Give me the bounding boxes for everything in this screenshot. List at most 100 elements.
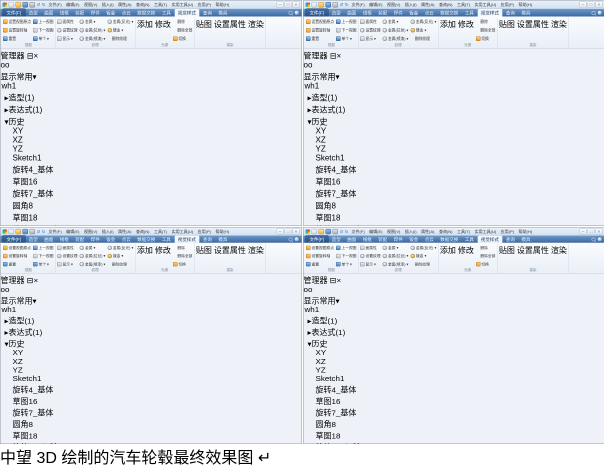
print-icon[interactable] [30, 229, 36, 234]
decal-button[interactable]: 贴图 [499, 244, 515, 268]
face-attribute-button[interactable]: 面属性 [360, 20, 381, 25]
metal-texture-button[interactable]: 金属 ▾ [80, 20, 106, 25]
tab-visual-style[interactable]: 视觉样式 [174, 9, 199, 17]
tree-item-sketch[interactable]: 草图18 [304, 430, 605, 442]
tab-mold[interactable]: 模具 [215, 9, 230, 17]
menu-applications[interactable]: 应用(P) [196, 229, 212, 234]
redo-icon[interactable]: ↻ [345, 229, 349, 233]
tree-item-plane[interactable]: XZ [304, 358, 605, 367]
menu-edit[interactable]: 编辑(E) [368, 229, 384, 234]
delete-all-lights-button[interactable]: 删除全部 [476, 28, 496, 33]
tab-sheetmetal[interactable]: 钣金 [103, 9, 118, 17]
toggle-light-button[interactable]: 切换 [173, 37, 193, 42]
previous-view-button[interactable]: 上一视图 [336, 246, 357, 250]
visual-manager-icon[interactable]: oo [304, 61, 313, 70]
gold-plated-button[interactable]: 镀金 ▾ [107, 254, 133, 258]
tree-item-history-folder[interactable]: ▾历史 [1, 337, 302, 349]
next-view-button[interactable]: 下一视图 [33, 28, 54, 33]
history-filter-dropdown[interactable]: 显示常用▾ [304, 294, 605, 306]
tab-sheetmetal[interactable]: 钣金 [406, 9, 421, 17]
reset-view-button[interactable]: 重置 [306, 262, 334, 266]
tree-item-folder[interactable]: ▸表达式(1) [1, 103, 302, 115]
history-filter-dropdown[interactable]: 显示常用▾ [1, 70, 302, 82]
tab-mold[interactable]: 模具 [518, 9, 533, 17]
tab-mold[interactable]: 模具 [518, 236, 533, 243]
tree-item-folder[interactable]: ▸造型(1) [1, 91, 302, 103]
set-view-origin-button[interactable]: 设置视图原点 [306, 246, 334, 250]
next-view-button[interactable]: 下一视图 [336, 254, 357, 258]
delete-light-button[interactable]: 删除 [173, 20, 193, 25]
set-texture-button[interactable]: 设置纹理 [57, 28, 78, 33]
delete-all-lights-button[interactable]: 删除全部 [173, 254, 193, 258]
tree-item-feature[interactable]: 拉伸10_切除 [1, 223, 302, 226]
tree-item-folder[interactable]: ▸造型(1) [304, 91, 605, 103]
set-rotation-axis-button[interactable]: 设置旋转轴 [3, 254, 31, 258]
metal-texture-button[interactable]: 金属 ▾ [80, 246, 106, 250]
metal-texture-button[interactable]: 金属 ▾ [383, 20, 409, 25]
print-icon[interactable] [333, 2, 339, 8]
render-button[interactable]: 渲染 [248, 18, 264, 44]
tab-shape[interactable]: 造型 [329, 9, 344, 17]
new-file-icon[interactable] [9, 229, 15, 234]
decal-button[interactable]: 贴图 [196, 18, 212, 44]
tree-item-sketch[interactable]: Sketch1 [1, 375, 302, 384]
tab-inquire[interactable]: 查询 [503, 236, 518, 243]
tree-item-sketch[interactable]: 草图16 [304, 175, 605, 187]
gold-plated-button[interactable]: 镀金 ▾ [410, 254, 436, 258]
menu-utilities[interactable]: 实用工具(U) [473, 2, 498, 8]
tab-weldment[interactable]: 焊件 [88, 236, 103, 243]
tab-pointcloud[interactable]: 点云 [119, 9, 134, 17]
brushed-metal-button[interactable]: 金属(拉丝) ▾ [383, 28, 409, 33]
tab-sheetmetal[interactable]: 钣金 [406, 236, 421, 243]
tab-weldment[interactable]: 焊件 [88, 9, 103, 17]
set-rotation-axis-button[interactable]: 设置旋转轴 [306, 28, 334, 33]
menu-edit[interactable]: 编辑(E) [65, 2, 81, 8]
tree-item-sketch[interactable]: 草图18 [1, 430, 302, 442]
set-texture-button[interactable]: 设置纹理 [57, 254, 78, 258]
render-settings-button[interactable]: 设置属性 [214, 244, 246, 268]
tab-surface[interactable]: 曲面 [41, 236, 56, 243]
set-texture-button[interactable]: 设置纹理 [360, 254, 381, 258]
tree-item-part[interactable]: wh1 [304, 306, 605, 315]
tree-item-feature[interactable]: 圆角8 [1, 199, 302, 211]
tab-visual-style[interactable]: 视觉样式 [174, 235, 199, 243]
minimize-button[interactable]: – [277, 228, 284, 234]
tree-item-feature[interactable]: 圆角8 [304, 418, 605, 430]
tree-item-sketch[interactable]: 草图16 [304, 395, 605, 407]
tree-item-plane[interactable]: XY [304, 127, 605, 136]
tree-item-plane[interactable]: YZ [1, 145, 302, 154]
new-file-icon[interactable] [312, 2, 318, 8]
gold-plated-button[interactable]: 镀金 ▾ [410, 28, 436, 33]
tab-surface[interactable]: 曲面 [41, 9, 56, 17]
panel-pin-icon[interactable]: ⊟ [27, 277, 34, 285]
tab-wireframe[interactable]: 线框 [57, 9, 72, 17]
face-attribute-button[interactable]: 面属性 [360, 246, 381, 250]
search-icon[interactable] [289, 237, 293, 241]
render-button[interactable]: 渲染 [248, 244, 264, 268]
help-icon[interactable] [294, 10, 300, 16]
tab-tools[interactable]: 工具 [462, 236, 477, 243]
menu-attributes[interactable]: 属性(A) [117, 229, 133, 234]
history-filter-dropdown[interactable]: 显示常用▾ [304, 70, 605, 82]
tab-assembly[interactable]: 装配 [72, 9, 87, 17]
search-icon[interactable] [592, 237, 596, 241]
tab-data-exchange[interactable]: 数据交换 [134, 9, 158, 17]
tree-item-folder[interactable]: ▸造型(1) [1, 314, 302, 326]
menu-view[interactable]: 视图(V) [385, 229, 401, 234]
visual-manager-icon[interactable]: oo [1, 286, 10, 294]
render-button[interactable]: 渲染 [551, 18, 567, 44]
delete-all-lights-button[interactable]: 删除全部 [476, 254, 496, 258]
menu-insert[interactable]: 插入(I) [403, 229, 418, 234]
tree-item-sketch[interactable]: 草图18 [1, 211, 302, 223]
add-light-button[interactable]: 添加 [440, 18, 456, 44]
menu-file[interactable]: 文件(F) [47, 229, 63, 234]
redo-icon[interactable]: ↻ [42, 229, 46, 233]
menu-utilities[interactable]: 实用工具(U) [170, 229, 195, 234]
panel-close-icon[interactable]: × [336, 277, 341, 285]
menu-inquire[interactable]: 查询(N) [437, 229, 454, 234]
tab-shape[interactable]: 造型 [26, 236, 41, 243]
tree-item-plane[interactable]: YZ [304, 366, 605, 375]
help-icon[interactable] [597, 237, 603, 242]
tree-item-plane[interactable]: XZ [1, 136, 302, 145]
open-file-icon[interactable] [319, 229, 325, 234]
